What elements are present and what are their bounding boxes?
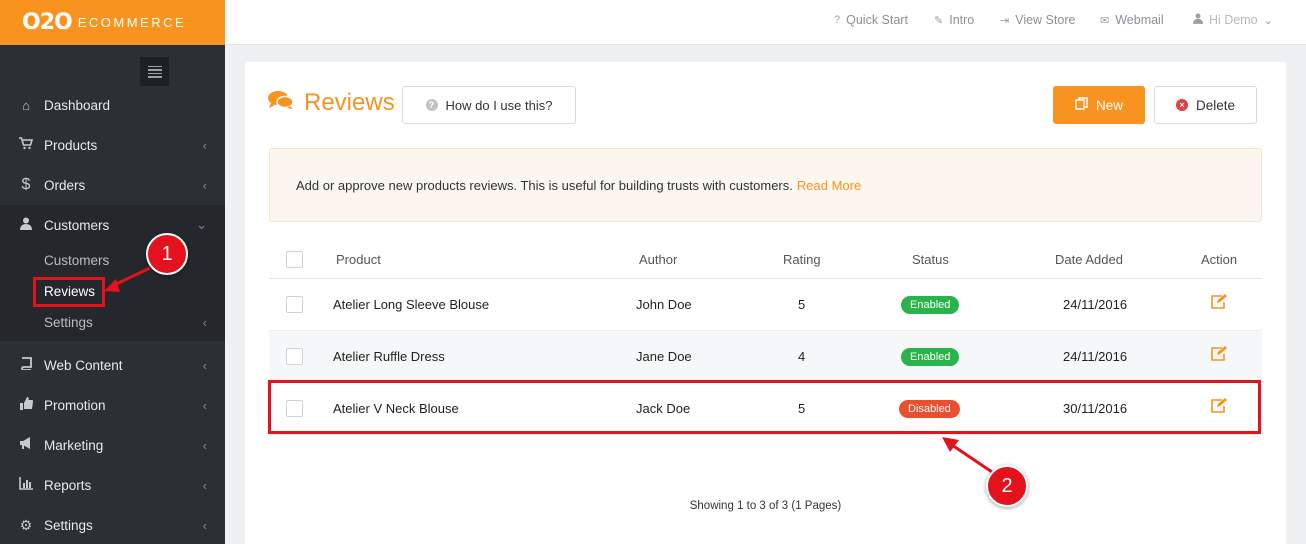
annotation-arrows (104, 266, 993, 474)
annotation-arrow-2 (951, 443, 993, 474)
annotation-step-2: 2 (986, 465, 1028, 507)
annotation-arrow-1 (111, 266, 151, 288)
annotation-step-1: 1 (146, 233, 188, 275)
annotation-arrowhead-1 (104, 279, 120, 292)
